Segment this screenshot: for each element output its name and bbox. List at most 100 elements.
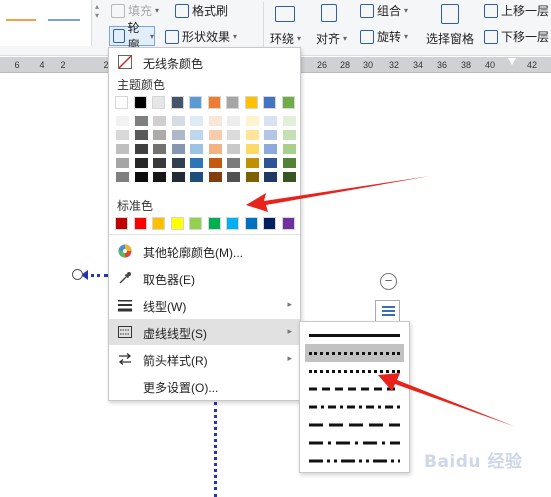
dash-style-option-round-dot[interactable]: [305, 344, 404, 362]
theme-shade-swatch[interactable]: [116, 116, 129, 126]
send-backward-button[interactable]: 下移一层: [484, 28, 549, 45]
format-painter-button[interactable]: 格式刷: [175, 2, 228, 19]
standard-color-swatch[interactable]: [226, 217, 239, 230]
theme-shade-swatch[interactable]: [227, 116, 240, 126]
standard-color-swatch[interactable]: [170, 217, 184, 230]
theme-shade-swatch[interactable]: [134, 116, 148, 126]
standard-color-swatch[interactable]: [244, 217, 258, 230]
theme-color-swatch[interactable]: [170, 96, 184, 109]
standard-color-swatch[interactable]: [281, 217, 295, 230]
group-button[interactable]: 组合 ▾: [360, 2, 408, 19]
standard-color-swatch[interactable]: [263, 217, 276, 230]
theme-shade-swatch[interactable]: [208, 130, 222, 140]
theme-shade-swatch[interactable]: [190, 144, 203, 154]
theme-shade-swatch[interactable]: [171, 116, 185, 126]
standard-color-swatch[interactable]: [115, 217, 128, 230]
theme-shade-swatch[interactable]: [171, 130, 185, 140]
theme-shade-swatch[interactable]: [134, 130, 148, 140]
theme-shade-swatch[interactable]: [116, 130, 129, 140]
theme-shade-swatch[interactable]: [208, 158, 222, 168]
theme-shade-swatch[interactable]: [208, 116, 222, 126]
dash-style-option-square-dot[interactable]: [305, 362, 404, 380]
theme-shade-swatch[interactable]: [190, 172, 203, 182]
theme-color-swatch[interactable]: [133, 96, 147, 109]
more-settings-item[interactable]: 更多设置(O)...: [109, 373, 300, 399]
theme-shade-swatch[interactable]: [153, 172, 166, 182]
standard-color-swatch[interactable]: [152, 217, 165, 230]
theme-shade-swatch[interactable]: [282, 130, 296, 140]
theme-shade-swatch[interactable]: [245, 158, 259, 168]
shape-effects-button[interactable]: 形状效果 ▾: [165, 28, 237, 45]
theme-shade-swatch[interactable]: [245, 130, 259, 140]
theme-shade-swatch[interactable]: [116, 172, 129, 182]
rotate-button[interactable]: 旋转 ▾: [360, 28, 408, 45]
style-preview-swatch[interactable]: [6, 19, 36, 21]
gallery-more-icon[interactable]: ▴ ▾: [92, 2, 102, 46]
dash-style-option-long-dash-dot-dot[interactable]: [305, 452, 404, 470]
dash-style-option-solid[interactable]: [305, 326, 404, 344]
dash-style-option-dash[interactable]: [305, 380, 404, 398]
theme-color-swatch[interactable]: [207, 96, 221, 109]
dash-style-option-long-dash[interactable]: [305, 416, 404, 434]
theme-shade-swatch[interactable]: [208, 172, 222, 182]
arrow-style-item[interactable]: 箭头样式(R) ▸: [109, 346, 300, 372]
layout-options-icon[interactable]: [375, 300, 400, 322]
theme-shade-swatch[interactable]: [153, 144, 166, 154]
theme-shade-swatch[interactable]: [245, 116, 259, 126]
theme-shade-swatch[interactable]: [116, 158, 129, 168]
theme-shade-swatch[interactable]: [153, 116, 166, 126]
dash-style-option-long-dash-dot[interactable]: [305, 434, 404, 452]
theme-shade-swatch[interactable]: [227, 144, 240, 154]
theme-shade-swatch[interactable]: [190, 158, 203, 168]
theme-shade-swatch[interactable]: [171, 158, 185, 168]
standard-color-swatch[interactable]: [133, 217, 147, 230]
theme-shade-swatch[interactable]: [227, 172, 240, 182]
standard-color-swatch[interactable]: [207, 217, 221, 230]
theme-shade-swatch[interactable]: [116, 144, 129, 154]
theme-shade-swatch[interactable]: [134, 172, 148, 182]
theme-shade-swatch[interactable]: [282, 144, 296, 154]
dash-type-item[interactable]: 虚线线型(S) ▸: [109, 319, 300, 345]
dash-style-option-dash-dot[interactable]: [305, 398, 404, 416]
theme-shade-swatch[interactable]: [153, 130, 166, 140]
theme-color-swatch[interactable]: [263, 96, 276, 109]
shape-endpoint-handle[interactable]: [72, 269, 83, 280]
theme-shade-swatch[interactable]: [227, 158, 240, 168]
theme-color-swatch[interactable]: [115, 96, 128, 109]
theme-shade-swatch[interactable]: [153, 158, 166, 168]
theme-shade-swatch[interactable]: [264, 130, 277, 140]
theme-color-swatch[interactable]: [244, 96, 258, 109]
fill-button[interactable]: 填充 ▾: [111, 2, 159, 19]
theme-color-swatch[interactable]: [226, 96, 239, 109]
standard-color-swatch[interactable]: [189, 217, 202, 230]
theme-shade-swatch[interactable]: [134, 144, 148, 154]
style-preview-swatch[interactable]: [48, 19, 80, 21]
shape-style-gallery[interactable]: [0, 0, 92, 46]
collapse-minus-icon[interactable]: −: [380, 273, 397, 290]
outline-button[interactable]: 轮廓 ▾: [109, 21, 155, 52]
more-colors-item[interactable]: 其他轮廓颜色(M)...: [109, 238, 300, 264]
theme-shade-swatch[interactable]: [282, 172, 296, 182]
theme-shade-swatch[interactable]: [282, 158, 296, 168]
theme-color-swatch[interactable]: [281, 96, 295, 109]
theme-color-swatch[interactable]: [152, 96, 165, 109]
eyedropper-item[interactable]: 取色器(E): [109, 265, 300, 291]
theme-shade-swatch[interactable]: [245, 172, 259, 182]
theme-shade-swatch[interactable]: [190, 116, 203, 126]
theme-shade-swatch[interactable]: [171, 172, 185, 182]
theme-shade-swatch[interactable]: [264, 116, 277, 126]
dotted-vertical-line[interactable]: [214, 402, 217, 497]
theme-shade-swatch[interactable]: [227, 130, 240, 140]
theme-shade-swatch[interactable]: [171, 144, 185, 154]
bring-forward-button[interactable]: 上移一层: [484, 2, 549, 19]
theme-shade-swatch[interactable]: [264, 158, 277, 168]
ruler-indent-marker[interactable]: [508, 58, 516, 66]
theme-shade-swatch[interactable]: [208, 144, 222, 154]
no-outline-item[interactable]: 无线条颜色: [109, 49, 300, 75]
theme-shade-swatch[interactable]: [245, 144, 259, 154]
theme-color-swatch[interactable]: [189, 96, 202, 109]
theme-shade-swatch[interactable]: [264, 144, 277, 154]
theme-shade-swatch[interactable]: [134, 158, 148, 168]
line-type-item[interactable]: 线型(W) ▸: [109, 292, 300, 318]
theme-shade-swatch[interactable]: [190, 130, 203, 140]
